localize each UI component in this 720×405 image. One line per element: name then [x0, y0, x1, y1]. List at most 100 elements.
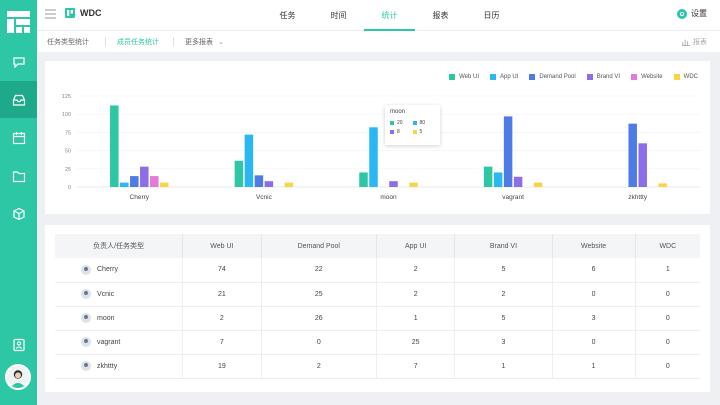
subnav-task-type-stats[interactable]: 任务类型统计	[47, 37, 89, 47]
sidebar-item-folder[interactable]	[0, 157, 37, 194]
column-header[interactable]: Web UI	[182, 234, 262, 258]
member-cell: Cherry	[55, 258, 184, 282]
chart-bar	[483, 166, 493, 187]
gear-icon	[677, 8, 687, 19]
member-name: Vcnic	[97, 290, 115, 298]
table-row[interactable]: zkhttty 19 2 7 1 1 0	[55, 354, 700, 378]
legend-swatch	[673, 74, 680, 80]
chart-bar	[493, 172, 503, 187]
table-row[interactable]: Cherry 74 22 2 5 6 1	[55, 258, 700, 282]
user-avatar[interactable]	[5, 364, 31, 390]
count-cell: 7	[376, 354, 456, 378]
count-cell: 0	[665, 314, 670, 322]
sidebar-item-box[interactable]	[0, 195, 37, 232]
y-tick-label: 25	[65, 167, 71, 173]
member-info: Vcnic	[81, 289, 182, 299]
member-cell: moon	[55, 306, 184, 330]
chart-bar	[160, 182, 169, 187]
count-cell: 19	[182, 354, 262, 378]
member-avatar	[81, 264, 91, 275]
sidebar-item-chat[interactable]	[0, 43, 37, 80]
chart-bar	[140, 166, 149, 187]
tooltip-values: 20 80 8 5	[390, 120, 435, 135]
legend-label: Brand VI	[596, 74, 621, 80]
chart-bar	[234, 160, 244, 187]
legend-item[interactable]: Brand VI	[586, 74, 621, 80]
count-cell: 2	[454, 282, 553, 306]
count-cell: 1	[376, 306, 456, 330]
tab-statistics[interactable]: 统计	[364, 0, 415, 31]
column-header[interactable]: 负责人/任务类型	[55, 234, 184, 258]
chart-bar	[638, 143, 647, 187]
y-tick-label: 50	[65, 149, 71, 155]
sidebar-item-contacts[interactable]	[0, 326, 37, 363]
count-cell: 0	[665, 362, 670, 370]
column-header[interactable]: WDC	[635, 234, 700, 258]
member-info: moon	[81, 313, 182, 323]
report-button[interactable]: 报表	[682, 37, 707, 47]
top-header: WDC 任务 时间 统计 报表 日历 设置	[37, 0, 720, 31]
legend-item[interactable]: Website	[631, 74, 663, 80]
tooltip-value: 5	[419, 129, 423, 135]
x-tick-label: Vcnic	[256, 194, 273, 201]
count-cell: 5	[454, 258, 553, 282]
bar-chart-icon	[682, 39, 690, 46]
sidebar-item-inbox[interactable]	[0, 81, 37, 118]
tooltip-entry: 5	[412, 129, 436, 135]
count-cell: 6	[552, 258, 636, 282]
member-avatar	[81, 337, 91, 347]
settings-label: 设置	[691, 9, 707, 18]
legend-swatch	[586, 74, 593, 80]
count-cell: 74	[182, 258, 262, 282]
tab-tasks[interactable]: 任务	[262, 0, 313, 31]
column-header[interactable]: Website	[552, 234, 636, 258]
tab-time[interactable]: 时间	[313, 0, 364, 31]
column-header[interactable]: Demand Pool	[261, 234, 377, 258]
member-avatar	[81, 361, 91, 371]
project-icon	[65, 8, 75, 18]
tooltip-swatch	[390, 121, 394, 125]
settings-button[interactable]: 设置	[677, 8, 707, 19]
x-tick-label: Cherry	[130, 194, 150, 201]
count-cell: 3	[454, 330, 553, 354]
table-header-row: 负责人/任务类型 Web UI Demand Pool App UI Brand VI W…	[55, 234, 700, 258]
tab-calendar[interactable]: 日历	[466, 0, 517, 31]
project-brand[interactable]: WDC	[65, 8, 102, 18]
member-name: vagrant	[97, 338, 121, 346]
column-header[interactable]: App UI	[376, 234, 456, 258]
legend-item[interactable]: WDC	[673, 74, 698, 80]
chart-legend: Web UI App UI Demand Pool Brand VI Website WD…	[449, 74, 698, 80]
chart-bar	[409, 182, 418, 187]
cube-icon	[12, 207, 25, 220]
member-info: vagrant	[81, 337, 182, 347]
menu-icon[interactable]	[45, 9, 56, 19]
legend-item[interactable]: App UI	[490, 74, 518, 80]
chart-card: 0 25 50 75 100 125 Cherry Vcnic moon vagrant zkhtt…	[45, 61, 710, 214]
chart-bar	[503, 116, 513, 187]
member-task-table: 负责人/任务类型 Web UI Demand Pool App UI Brand VI W…	[55, 234, 700, 379]
member-name: Cherry	[97, 266, 119, 274]
table-row[interactable]: Vcnic 21 25 2 2 0 0	[55, 282, 700, 306]
legend-item[interactable]: Demand Pool	[529, 74, 576, 80]
table-row[interactable]: moon 2 26 1 5 3 0	[55, 306, 700, 330]
legend-label: Demand Pool	[539, 74, 576, 80]
count-cell: 25	[376, 330, 456, 354]
member-name: moon	[97, 314, 115, 322]
tooltip-value: 20	[397, 120, 403, 126]
subnav-more-reports[interactable]: 更多报表 ⌄	[185, 37, 224, 47]
member-info: zkhttty	[81, 361, 182, 371]
x-tick-label: moon	[380, 194, 397, 201]
tooltip-value: 80	[419, 120, 426, 126]
tab-reports[interactable]: 报表	[415, 0, 466, 31]
member-avatar	[81, 289, 91, 299]
column-header[interactable]: Brand VI	[454, 234, 553, 258]
legend-item[interactable]: Web UI	[449, 74, 479, 80]
sidebar-item-calendar[interactable]	[0, 119, 37, 156]
count-cell: 1	[552, 354, 636, 378]
tooltip-swatch	[412, 121, 417, 125]
count-cell: 21	[182, 282, 262, 306]
table-row[interactable]: vagrant 7 0 25 3 0 0	[55, 330, 700, 354]
subnav-member-task-stats[interactable]: 成员任务统计	[117, 37, 159, 47]
count-cell: 0	[665, 338, 670, 346]
count-cell: 0	[552, 282, 636, 306]
